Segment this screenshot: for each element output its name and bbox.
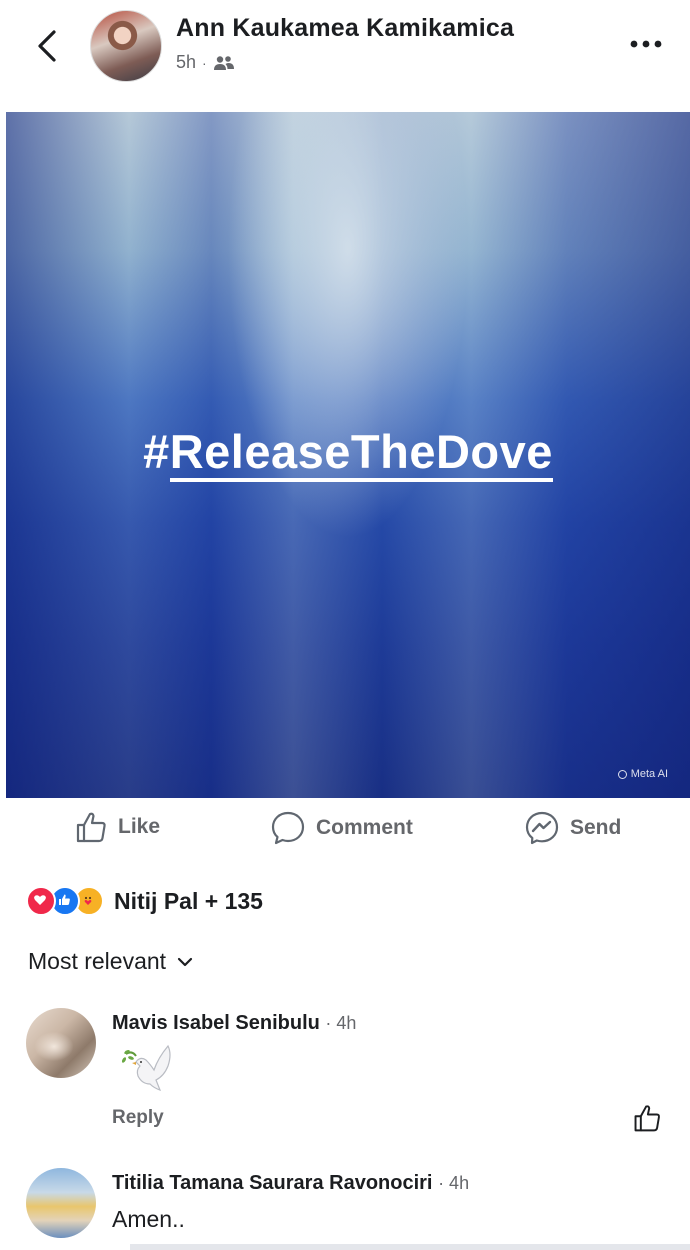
post-meta: 5h · — [176, 52, 235, 73]
commenter-name[interactable]: Mavis Isabel Senibulu · 4h — [112, 1012, 356, 1035]
comment-time: · 4h — [438, 1173, 470, 1193]
dove-emoji-icon — [121, 1044, 171, 1091]
comment-button[interactable]: Comment — [270, 810, 413, 846]
hashtag-prefix: # — [143, 425, 170, 478]
thumbs-up-icon — [76, 812, 106, 843]
commenter-name-text[interactable]: Mavis Isabel Senibulu — [112, 1012, 320, 1034]
bottom-divider — [130, 1244, 690, 1250]
like-button[interactable]: Like — [74, 810, 160, 844]
chevron-down-icon — [177, 957, 193, 966]
more-horizontal-icon[interactable] — [628, 34, 664, 54]
reactions-summary[interactable]: Nitij Pal + 135 — [26, 886, 263, 916]
chevron-left-icon[interactable] — [30, 26, 66, 66]
comment-text: Amen.. — [112, 1206, 185, 1232]
comment-sort-dropdown[interactable]: Most relevant — [28, 948, 194, 975]
meta-ai-label: Meta AI — [630, 768, 668, 780]
meta-ai-icon — [617, 769, 627, 779]
meta-separator: · — [202, 54, 207, 71]
comment-label: Comment — [316, 816, 413, 839]
commenter-name[interactable]: Titilia Tamana Saurara Ravonociri · 4h — [112, 1172, 469, 1195]
commenter-avatar[interactable] — [26, 1008, 96, 1078]
post-time: 5h — [176, 52, 197, 72]
hashtag-word[interactable]: ReleaseTheDove — [169, 425, 553, 482]
meta-ai-watermark: Meta AI — [617, 768, 668, 780]
post-action-bar: Like Comment Send — [0, 810, 690, 856]
comment-time: · 4h — [325, 1013, 357, 1033]
send-button[interactable]: Send — [524, 810, 621, 846]
reactions-count: Nitij Pal + 135 — [114, 887, 263, 914]
thumbs-up-icon[interactable] — [632, 1103, 662, 1133]
commenter-avatar[interactable] — [26, 1168, 96, 1238]
post-image[interactable]: #ReleaseTheDove Meta AI — [6, 112, 690, 798]
send-label: Send — [570, 816, 622, 839]
friends-icon[interactable] — [213, 55, 235, 71]
poster-avatar[interactable] — [90, 10, 162, 82]
like-label: Like — [118, 815, 161, 838]
messenger-icon — [525, 811, 559, 845]
post-header: Ann Kaukamea Kamikamica 5h · — [0, 0, 690, 110]
poster-name[interactable]: Ann Kaukamea Kamikamica — [176, 14, 514, 43]
hashtag-text: #ReleaseTheDove — [6, 424, 690, 482]
love-reaction-icon — [26, 886, 56, 916]
commenter-name-text[interactable]: Titilia Tamana Saurara Ravonociri — [112, 1172, 433, 1194]
sort-label: Most relevant — [28, 948, 167, 974]
comment-bubble-icon — [271, 811, 305, 845]
reply-button[interactable]: Reply — [112, 1107, 164, 1129]
